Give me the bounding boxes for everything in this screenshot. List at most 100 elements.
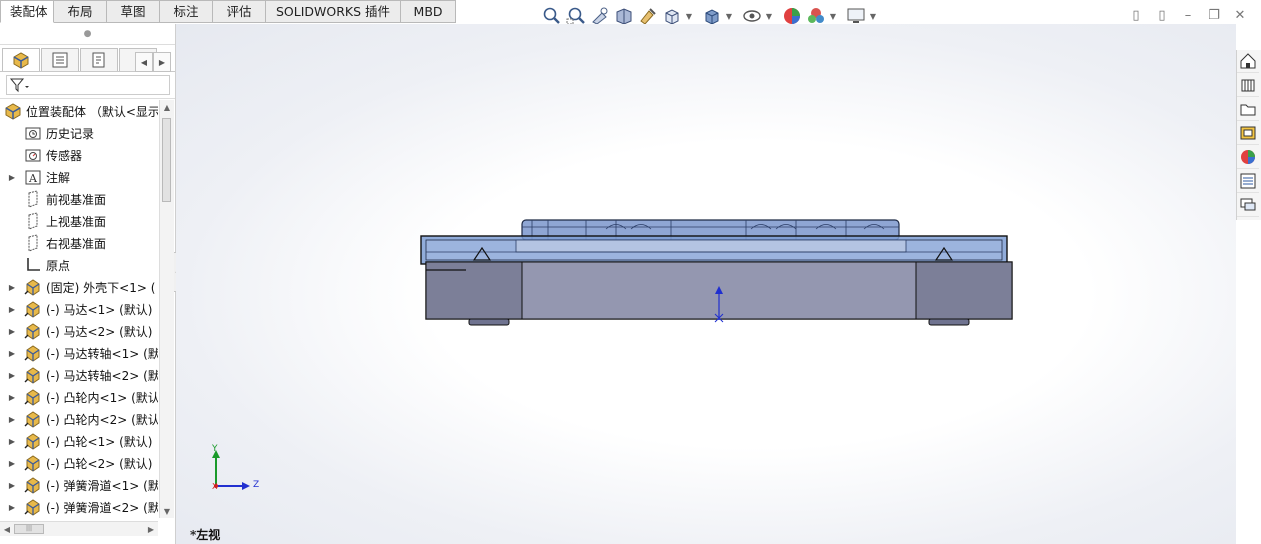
tree-item[interactable]: ▶ (-) 马达<1> (默认): [0, 298, 158, 320]
view-name-label: *左视: [190, 528, 221, 542]
tree-item-label: (-) 凸轮<2> (默认): [46, 456, 153, 471]
tree-item[interactable]: ▶ (-) 凸轮<1> (默认): [0, 430, 158, 452]
part-icon: [24, 410, 42, 428]
tab-solidworks-addins[interactable]: SOLIDWORKS 插件: [266, 0, 402, 23]
tree-item[interactable]: 历史记录: [0, 122, 158, 144]
tab-mbd[interactable]: MBD: [401, 0, 457, 23]
triad-y-label: Y: [212, 444, 218, 454]
tree-vertical-scrollbar[interactable]: ▲ ▼: [159, 100, 174, 518]
part-icon: [24, 388, 42, 406]
scroll-right-small-icon[interactable]: ▶: [144, 522, 158, 536]
tree-item-label: 原点: [46, 258, 71, 273]
expand-arrow-icon[interactable]: ▶: [6, 437, 18, 446]
tree-item-label: (-) 凸轮内<1> (默认: [46, 390, 158, 405]
tree-item[interactable]: ▶ (-) 凸轮内<1> (默认: [0, 386, 158, 408]
configuration-manager-icon[interactable]: [80, 48, 118, 71]
tree-item[interactable]: ▶ (-) 凸轮<2> (默认): [0, 452, 158, 474]
part-icon: [24, 366, 42, 384]
tree-item[interactable]: ▶ A 注解: [0, 166, 158, 188]
tree-item[interactable]: ▶ (-) 马达转轴<2> (默: [0, 364, 158, 386]
reference-triad: Y Z X: [206, 444, 266, 497]
expand-arrow-icon[interactable]: ▶: [6, 305, 18, 314]
triad-z-label: Z: [253, 480, 260, 490]
expand-arrow-icon[interactable]: ▶: [6, 173, 18, 182]
tree-item[interactable]: ▶ (-) 弹簧滑道<2> (默: [0, 496, 158, 518]
svg-text:A: A: [28, 172, 38, 185]
scroll-up-icon[interactable]: ▲: [160, 100, 174, 114]
annotation-icon: A: [24, 168, 42, 186]
tree-item[interactable]: ▶ (-) 马达转轴<1> (默: [0, 342, 158, 364]
part-icon: [24, 278, 42, 296]
tile-right-icon[interactable]: ▯: [1153, 6, 1171, 24]
filter-row: [0, 72, 175, 99]
tab-markup[interactable]: 标注: [160, 0, 213, 23]
tree-filter-field[interactable]: [6, 75, 170, 95]
graphics-area[interactable]: Y Z X *左视: [176, 24, 1236, 544]
scroll-left-icon[interactable]: ◀: [135, 52, 153, 72]
solidworks-resources-icon[interactable]: [1237, 50, 1259, 73]
feature-manager-icon[interactable]: [2, 48, 40, 71]
assembly-icon: [4, 102, 22, 120]
tree-item-label: (-) 凸轮内<2> (默认: [46, 412, 158, 427]
scroll-right-icon[interactable]: ▶: [153, 52, 171, 72]
tab-sketch[interactable]: 草图: [107, 0, 160, 23]
plane-icon: [24, 190, 42, 208]
property-manager-icon[interactable]: [41, 48, 79, 71]
feature-manager-pane: ● ◀ ▶ 位置装配体 （默认<显示 历史记录 传感器 ▶ A 注解 前视基准面 上视基准面…: [0, 24, 176, 544]
tree-item-label: 前视基准面: [46, 192, 107, 207]
tree-horizontal-scrollbar[interactable]: ◀ ||| ▶: [0, 521, 158, 536]
pane-grip-icon[interactable]: ●: [0, 24, 175, 45]
hscroll-thumb[interactable]: |||: [14, 524, 44, 534]
expand-arrow-icon[interactable]: ▶: [6, 327, 18, 336]
tree-item-label: (-) 马达<1> (默认): [46, 302, 153, 317]
restore-icon[interactable]: ❐: [1205, 6, 1223, 24]
command-manager-tabs: 装配体 布局 草图 标注 评估 SOLIDWORKS 插件 MBD: [0, 0, 457, 23]
tree-item[interactable]: 前视基准面: [0, 188, 158, 210]
minimize-icon[interactable]: –: [1179, 6, 1197, 24]
expand-arrow-icon[interactable]: ▶: [6, 459, 18, 468]
expand-arrow-icon[interactable]: ▶: [6, 503, 18, 512]
tree-item[interactable]: ▶ (固定) 外壳下<1> (: [0, 276, 158, 298]
appearances-icon[interactable]: [1237, 146, 1259, 169]
feature-tree: 位置装配体 （默认<显示 历史记录 传感器 ▶ A 注解 前视基准面 上视基准面 右视基准面原…: [0, 100, 158, 518]
part-icon: [24, 432, 42, 450]
scroll-down-icon[interactable]: ▼: [160, 504, 174, 518]
expand-arrow-icon[interactable]: ▶: [6, 283, 18, 292]
scroll-thumb[interactable]: [162, 118, 171, 202]
expand-arrow-icon[interactable]: ▶: [6, 371, 18, 380]
expand-arrow-icon[interactable]: ▶: [6, 415, 18, 424]
scroll-left-small-icon[interactable]: ◀: [0, 522, 14, 536]
tree-item-label: (-) 马达转轴<1> (默: [46, 346, 158, 361]
part-icon: [24, 300, 42, 318]
design-library-icon[interactable]: [1237, 74, 1259, 97]
tree-item[interactable]: 原点: [0, 254, 158, 276]
assembly-model[interactable]: [176, 24, 1236, 544]
plane-icon: [24, 212, 42, 230]
tree-item[interactable]: 传感器: [0, 144, 158, 166]
close-icon[interactable]: ✕: [1231, 6, 1249, 24]
triad-x-label: X: [212, 482, 218, 491]
tree-item[interactable]: ▶ (-) 马达<2> (默认): [0, 320, 158, 342]
filter-icon: [9, 78, 29, 93]
tree-item-label: 右视基准面: [46, 236, 107, 251]
origin-icon: [24, 256, 42, 274]
expand-arrow-icon[interactable]: ▶: [6, 349, 18, 358]
tree-item[interactable]: 上视基准面: [0, 210, 158, 232]
tree-item-label: (-) 弹簧滑道<1> (默: [46, 478, 158, 493]
tab-evaluate[interactable]: 评估: [213, 0, 266, 23]
forum-icon[interactable]: [1237, 194, 1259, 217]
tree-item-label: 上视基准面: [46, 214, 107, 229]
model-left-foot: [468, 318, 510, 326]
tree-root-assembly[interactable]: 位置装配体 （默认<显示: [0, 100, 158, 122]
tab-assembly[interactable]: 装配体: [0, 0, 54, 23]
tree-item[interactable]: 右视基准面: [0, 232, 158, 254]
tree-item[interactable]: ▶ (-) 凸轮内<2> (默认: [0, 408, 158, 430]
tree-item[interactable]: ▶ (-) 弹簧滑道<1> (默: [0, 474, 158, 496]
expand-arrow-icon[interactable]: ▶: [6, 393, 18, 402]
tile-left-icon[interactable]: ▯: [1127, 6, 1145, 24]
tab-layout[interactable]: 布局: [54, 0, 107, 23]
file-explorer-icon[interactable]: [1237, 98, 1259, 121]
expand-arrow-icon[interactable]: ▶: [6, 481, 18, 490]
custom-properties-icon[interactable]: [1237, 170, 1259, 193]
view-palette-icon[interactable]: [1237, 122, 1259, 145]
